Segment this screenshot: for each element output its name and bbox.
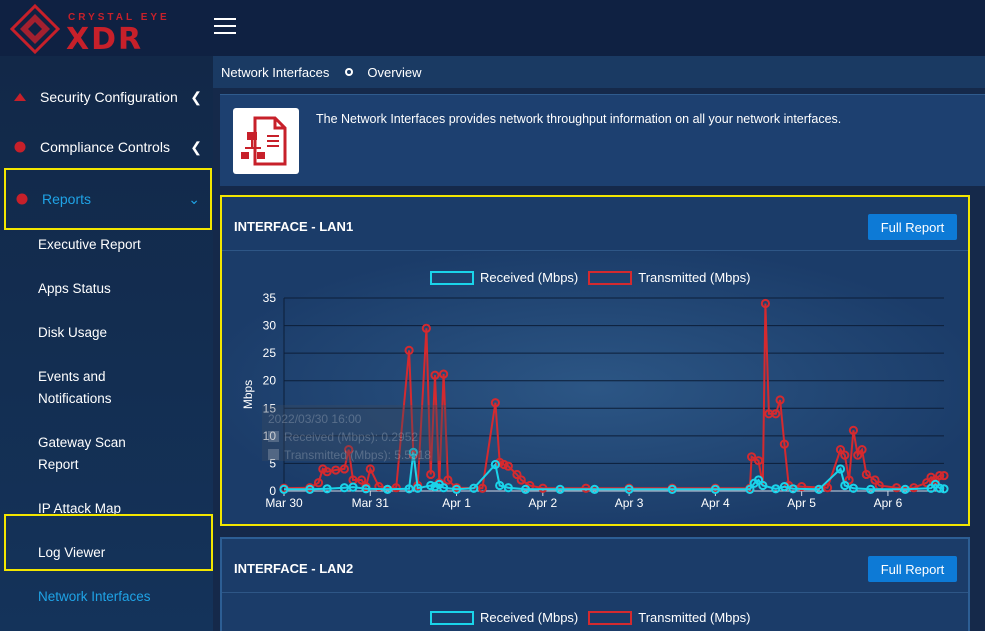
network-document-icon <box>233 108 299 174</box>
full-report-button[interactable]: Full Report <box>868 556 957 582</box>
breadcrumb: Network Interfaces Overview <box>213 56 985 88</box>
chevron-left-icon: ❮ <box>190 88 202 105</box>
tooltip-title: 2022/03/30 16:00 <box>268 412 362 426</box>
triangle-icon <box>14 93 26 101</box>
sidebar-subitem-label-line1: Events and <box>38 369 106 384</box>
chart-legend: Received (Mbps) Transmitted (Mbps) <box>430 610 760 625</box>
sidebar-subitem-label-line2: Report <box>38 457 79 472</box>
sidebar-subitem-gateway-scan-report[interactable]: Gateway Scan Report <box>38 432 208 476</box>
x-tick-label: Apr 1 <box>442 496 471 510</box>
panel-header: INTERFACE - LAN2 Full Report <box>222 539 968 593</box>
sidebar-subitem-disk-usage[interactable]: Disk Usage <box>38 322 208 344</box>
sidebar-item-compliance-controls[interactable]: Compliance Controls ❮ <box>4 129 212 165</box>
y-tick-label: 35 <box>263 291 277 305</box>
full-report-button[interactable]: Full Report <box>868 214 957 240</box>
breadcrumb-overview: Overview <box>367 64 422 80</box>
logo-wordmark: XDR <box>66 22 144 57</box>
x-tick-label: Apr 3 <box>615 496 644 510</box>
circle-icon <box>16 193 28 205</box>
chart-tooltip: 2022/03/30 16:00 Received (Mbps): 0.2952… <box>262 405 447 462</box>
throughput-chart: Received (Mbps) Transmitted (Mbps) 0 5 10 1… <box>222 252 968 524</box>
info-description: The Network Interfaces provides network … <box>316 112 842 126</box>
breadcrumb-network-interfaces[interactable]: Network Interfaces <box>221 65 329 80</box>
sidebar-subitem-label-line1: Gateway Scan <box>38 435 126 450</box>
top-header: CRYSTAL EYE XDR <box>0 0 985 57</box>
x-tick-label: Apr 4 <box>701 496 730 510</box>
chevron-left-icon: ❮ <box>190 138 202 155</box>
active-item-highlight <box>4 514 213 571</box>
panel-title: INTERFACE - LAN2 <box>234 561 354 576</box>
tooltip-transmitted: Transmitted (Mbps): 5.5518 <box>284 448 431 462</box>
panel-header: INTERFACE - LAN1 Full Report <box>222 197 968 251</box>
y-tick-label: 25 <box>263 346 277 360</box>
circle-icon <box>14 141 26 153</box>
tooltip-received: Received (Mbps): 0.2952 <box>284 430 419 444</box>
legend-label: Transmitted (Mbps) <box>638 610 751 625</box>
sidebar-subitem-events-and-notifications[interactable]: Events and Notifications <box>38 366 208 410</box>
legend-label: Received (Mbps) <box>480 610 579 625</box>
legend-swatch-transmitted <box>588 610 633 625</box>
sidebar-item-security-configuration[interactable]: Security Configuration ❮ <box>4 79 212 115</box>
sidebar-subitem-apps-status[interactable]: Apps Status <box>38 278 208 300</box>
legend-item-transmitted[interactable]: Transmitted (Mbps) <box>588 610 750 625</box>
sidebar-subitem-label-line2: Notifications <box>38 391 112 406</box>
chevron-down-icon: ⌄ <box>188 190 200 207</box>
x-tick-label: Mar 30 <box>265 496 303 510</box>
interface-panel-lan2: INTERFACE - LAN2 Full Report Received (M… <box>220 537 970 631</box>
chart-canvas[interactable]: 05101520253035Mar 30 Mar 31 Apr 1 Apr 2 Apr … <box>222 252 968 524</box>
y-tick-label: 20 <box>263 374 277 388</box>
crystal-eye-logo[interactable]: CRYSTAL EYE XDR <box>9 3 190 57</box>
y-tick-label: 30 <box>263 319 277 333</box>
panel-title: INTERFACE - LAN1 <box>234 219 354 234</box>
x-tick-label: Apr 2 <box>528 496 557 510</box>
legend-item-received[interactable]: Received (Mbps) <box>430 610 578 625</box>
sidebar-subitem-executive-report[interactable]: Executive Report <box>38 234 208 256</box>
y-axis-label: Mbps <box>241 380 255 409</box>
x-tick-label: Mar 31 <box>352 496 390 510</box>
interface-panel-lan1: INTERFACE - LAN1 Full Report Received (M… <box>220 195 970 526</box>
logo-mark-icon <box>9 3 61 55</box>
sidebar-item-label: Security Configuration <box>40 89 178 105</box>
x-tick-label: Apr 5 <box>787 496 816 510</box>
menu-toggle-icon[interactable] <box>214 18 236 36</box>
sidebar-subitem-network-interfaces[interactable]: Network Interfaces <box>38 586 208 608</box>
breadcrumb-separator-icon <box>345 68 354 76</box>
legend-swatch-received <box>430 610 474 625</box>
sidebar-item-label: Compliance Controls <box>40 139 170 155</box>
sidebar-item-label: Reports <box>42 191 92 207</box>
sidebar-item-reports[interactable]: Reports ⌄ <box>4 168 212 230</box>
x-tick-label: Apr 6 <box>874 496 903 510</box>
info-box: The Network Interfaces provides network … <box>220 94 985 186</box>
